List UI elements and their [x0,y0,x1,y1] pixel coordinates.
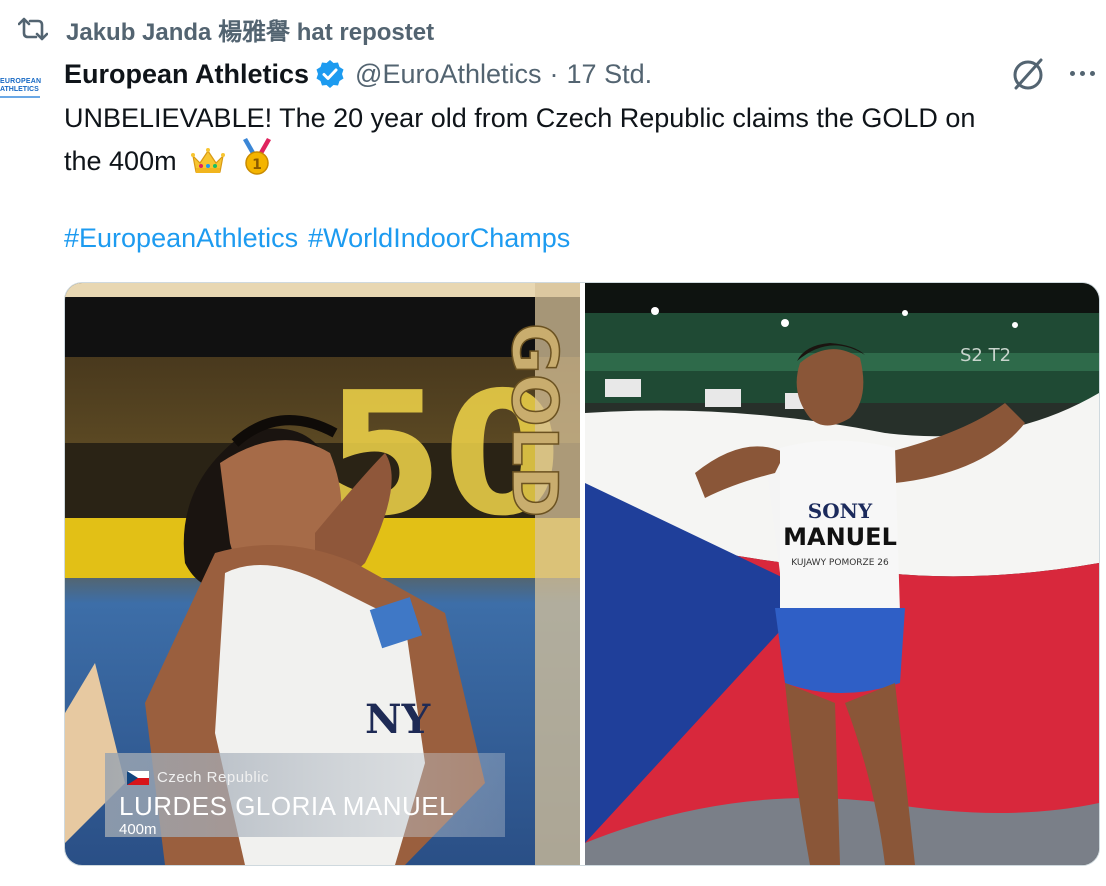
repost-icon [18,16,48,42]
media-grid: 50 GOLD NY Czech Republic LURDES GLORIA … [64,282,1100,866]
gold-medal-emoji: 1 [240,138,274,187]
crown-emoji [190,146,226,187]
tweet-text-line2: the 400m [64,146,177,176]
caption-athlete-name: LURDES GLORIA MANUEL [119,791,455,821]
more-dot [1079,70,1085,76]
author-handle[interactable]: @EuroAthletics [355,59,541,90]
author-avatar[interactable]: EUROPEAN ATHLETICS [0,78,44,108]
avatar-logo-line1: EUROPEAN [0,78,42,85]
photo-athlete-flag[interactable]: S2 T2 SONY MANUEL KUJAWY POMORZE 26 [585,283,1099,865]
avatar-logo-bar [0,96,40,98]
grok-icon[interactable] [1008,54,1048,94]
repost-indicator[interactable]: Jakub Janda 楊雅譽 hat repostet [18,12,434,46]
tweet-header: European Athletics @EuroAthletics · 17 S… [64,54,652,94]
more-icon[interactable] [1064,58,1100,88]
more-dot [1069,70,1075,76]
caption-event: 400m [119,821,157,838]
hashtag-link[interactable]: #WorldIndoorChamps [308,223,570,253]
bib-sponsor: SONY [808,499,873,523]
repost-text[interactable]: Jakub Janda 楊雅譽 hat repostet [66,12,434,47]
separator-dot: · [549,58,559,89]
bib-subtext: KUJAWY POMORZE 26 [791,558,889,568]
arena-zone-sign: S2 T2 [960,345,1011,366]
czech-flag-icon [127,770,149,785]
tweet-text: UNBELIEVABLE! The 20 year old from Czech… [64,98,1094,187]
svg-text:1: 1 [252,157,262,173]
verified-badge-icon[interactable] [315,59,345,89]
author-display-name[interactable]: European Athletics [64,59,309,90]
more-dot [1089,70,1095,76]
avatar-logo-line2: ATHLETICS [0,86,39,93]
tweet-timestamp[interactable]: 17 Std. [567,59,653,90]
bib-letters: NY [365,696,431,743]
tweet-text-line1: UNBELIEVABLE! The 20 year old from Czech… [64,103,976,133]
caption-country: Czech Republic [157,769,270,786]
photo-athlete-reaction[interactable]: 50 GOLD NY Czech Republic LURDES GLORIA … [65,283,580,865]
hashtag-link[interactable]: #EuropeanAthletics [64,223,298,253]
athlete-caption: Czech Republic LURDES GLORIA MANUEL 400m [109,753,509,838]
gold-banner: GOLD [498,323,571,518]
bib-name: MANUEL [783,523,897,551]
hashtag-list: #EuropeanAthletics #WorldIndoorChamps [64,218,580,258]
